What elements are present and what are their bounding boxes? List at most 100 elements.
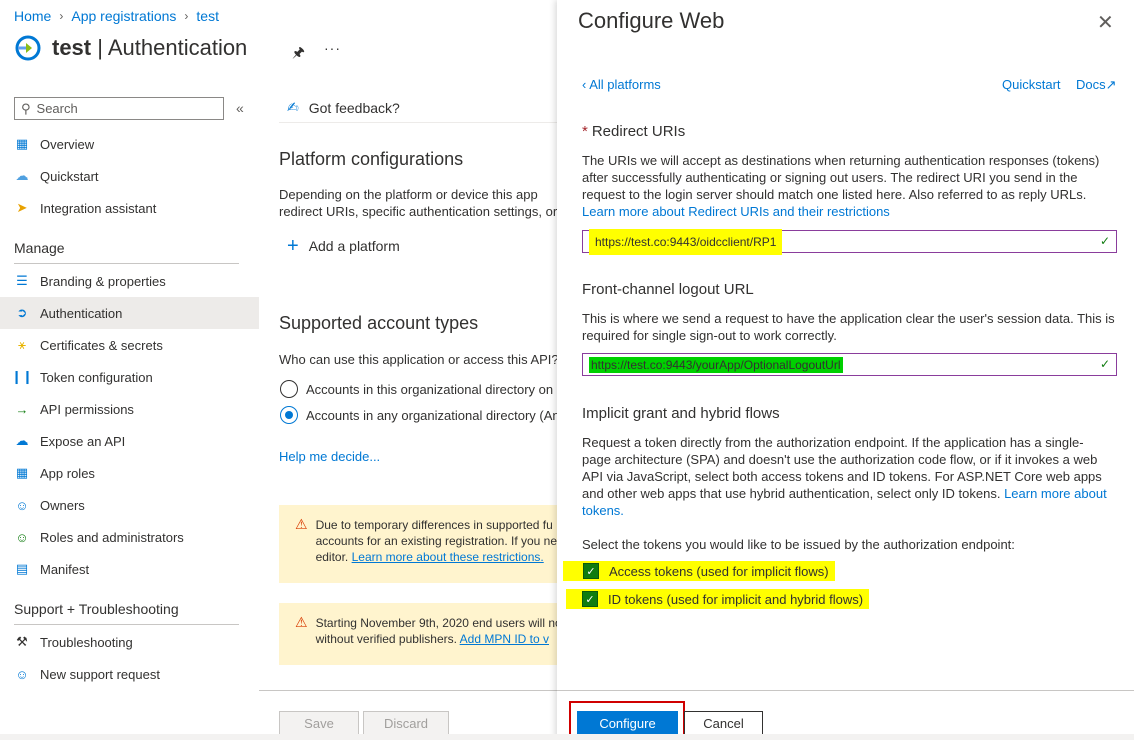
pin-icon[interactable]: 🖈 [292,42,305,66]
token-icon: ❙❙ [11,369,33,384]
add-mpn-id-link[interactable]: Add MPN ID to v [460,632,549,646]
roles-icon: ▦ [15,465,29,480]
grid-icon: ▦ [15,136,29,151]
support-icon: ☺ [15,666,29,682]
cloud-icon: ☁ [15,168,29,183]
sidebar-item-roles-admins[interactable]: ☺ Roles and administrators [0,521,259,553]
radio-button[interactable] [280,406,298,424]
radio-multi-tenant[interactable]: Accounts in any organizational directory… [280,406,560,424]
feedback-button[interactable]: ✍ Got feedback? [287,99,400,116]
sidebar-item-certificates[interactable]: ⚹ Certificates & secrets [0,329,259,361]
sidebar-item-new-support-request[interactable]: ☺ New support request [0,658,259,690]
breadcrumb-app-registrations[interactable]: App registrations [71,8,176,24]
divider [14,263,239,264]
checkmark-icon: ✓ [1099,234,1110,248]
warning-banner: ⚠ Due to temporary differences in suppor… [279,505,559,583]
owners-icon: ☺ [15,497,29,513]
page-header: test | Authentication [14,34,247,62]
checkbox-checked-icon[interactable]: ✓ [582,591,598,607]
redirect-uris-heading: * Redirect URIs [582,123,686,140]
breadcrumb: Home › App registrations › test [14,8,219,24]
wrench-icon: ⚒ [16,634,28,649]
sidebar-item-branding[interactable]: ☰ Branding & properties [0,265,259,297]
cloud-api-icon: ☁ [15,433,29,448]
learn-more-restrictions-link[interactable]: Learn more about these restrictions. [352,550,544,564]
bottom-scrollbar[interactable] [0,734,1134,740]
divider [557,690,1134,691]
radio-button[interactable] [280,380,298,398]
account-question: Who can use this application or access t… [279,352,559,367]
breadcrumb-home[interactable]: Home [14,8,51,24]
feedback-icon: ✍ [287,99,299,115]
warning-icon: ⚠ [295,516,308,532]
divider [259,690,559,691]
sidebar-item-authentication[interactable]: ➲ Authentication [0,297,259,329]
implicit-grant-heading: Implicit grant and hybrid flows [582,405,780,422]
redirect-uri-input[interactable]: https://test.co:9443/oidcclient/RP1 ✓ [582,228,1117,255]
key-icon: ⚹ [18,337,26,352]
tokens-learn-more-link-cont[interactable]: tokens. [582,503,624,518]
sidebar-item-token-configuration[interactable]: ❙❙ Token configuration [0,361,259,393]
sidebar-item-integration-assistant[interactable]: ➤ Integration assistant [0,192,259,224]
warning-banner: ⚠ Starting November 9th, 2020 end users … [279,603,559,665]
platform-configurations-title: Platform configurations [279,149,464,169]
sidebar-item-overview[interactable]: ▦ Overview [0,128,259,160]
radio-single-tenant[interactable]: Accounts in this organizational director… [280,380,560,398]
rocket-icon: ➤ [16,200,28,215]
sidebar-item-troubleshooting[interactable]: ⚒ Troubleshooting [0,626,259,658]
sidebar-item-app-roles[interactable]: ▦ App roles [0,457,259,489]
help-me-decide-link[interactable]: Help me decide... [279,449,380,464]
sidebar-item-manifest[interactable]: ▤ Manifest [0,553,259,585]
configure-button[interactable]: Configure [577,711,678,735]
quickstart-link[interactable]: Quickstart [1002,77,1061,92]
page-title: test | Authentication [52,35,248,60]
checkmark-icon: ✓ [1099,357,1110,371]
supported-account-types-title: Supported account types [279,313,479,333]
external-link-icon: ↗ [1105,77,1117,92]
chevron-right-icon: › [59,9,64,23]
collapse-sidebar-icon[interactable]: « [236,100,244,116]
manifest-icon: ▤ [15,561,29,576]
platform-description-line: redirect URIs, specific authentication s… [279,204,558,219]
discard-button[interactable]: Discard [363,711,449,735]
implicit-grant-description: Request a token directly from the author… [582,435,1107,518]
divider [14,624,239,625]
support-heading: Support + Troubleshooting [14,601,179,617]
sidebar-item-owners[interactable]: ☺ Owners [0,489,259,521]
warning-icon: ⚠ [295,614,308,630]
all-platforms-link[interactable]: ‹ All platforms [582,77,661,92]
chevron-right-icon: › [184,9,189,23]
more-options-icon[interactable]: ··· [324,40,341,56]
plus-icon: + [287,235,299,257]
sidebar-item-quickstart[interactable]: ☁ Quickstart [0,160,259,192]
close-icon[interactable]: ✕ [1097,10,1114,35]
breadcrumb-test[interactable]: test [196,8,219,24]
logout-url-input[interactable]: https://test.co:9443/yourApp/OptionalLog… [582,353,1117,376]
docs-link[interactable]: Docs↗ [1076,77,1117,93]
platform-description-line: Depending on the platform or device this… [279,187,538,202]
access-tokens-checkbox-row[interactable]: ✓ Access tokens (used for implicit flows… [563,561,835,581]
divider [279,122,557,123]
admin-icon: ☺ [15,529,29,545]
manage-heading: Manage [14,240,65,256]
sidebar-search-input[interactable]: ⚲ Search [14,97,224,120]
chevron-left-icon: ‹ [582,77,587,92]
app-auth-icon [15,35,41,61]
redirect-uris-learn-more-link[interactable]: Learn more about Redirect URIs and their… [582,204,890,219]
cancel-button[interactable]: Cancel [684,711,763,735]
branding-icon: ☰ [16,273,28,288]
id-tokens-checkbox-row[interactable]: ✓ ID tokens (used for implicit and hybri… [566,589,870,609]
add-platform-button[interactable]: + Add a platform [287,235,400,257]
checkbox-checked-icon[interactable]: ✓ [583,563,599,579]
auth-icon: ➲ [16,305,28,320]
permissions-icon: → [15,401,29,417]
required-asterisk: * [582,123,588,140]
sidebar-item-api-permissions[interactable]: → API permissions [0,393,259,425]
search-icon: ⚲ [21,100,31,116]
save-button[interactable]: Save [279,711,359,735]
logout-url-description: This is where we send a request to have … [582,311,1115,343]
sidebar-item-expose-api[interactable]: ☁ Expose an API [0,425,259,457]
tokens-learn-more-link[interactable]: Learn more about [1004,486,1107,501]
select-tokens-label: Select the tokens you would like to be i… [582,537,1015,552]
panel-title: Configure Web [578,8,725,33]
